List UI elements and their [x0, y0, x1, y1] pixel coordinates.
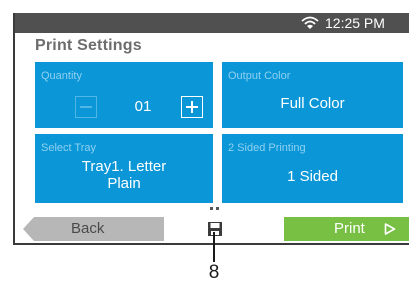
select-tray-value-line1: Tray1. Letter — [81, 158, 167, 175]
output-color-value: Full Color — [280, 95, 345, 112]
quantity-tile: Quantity 01 — [35, 62, 213, 128]
back-button[interactable]: Back — [23, 217, 164, 241]
wifi-icon — [301, 16, 319, 29]
quantity-label: Quantity — [41, 70, 82, 82]
print-button-label: Print — [334, 220, 365, 237]
print-button[interactable]: Print — [284, 217, 409, 241]
select-tray-label: Select Tray — [41, 142, 97, 154]
select-tray-value-line2: Plain — [107, 175, 141, 192]
save-icon[interactable] — [207, 221, 223, 237]
status-time: 12:25 PM — [325, 15, 385, 31]
two-sided-printing-label: 2 Sided Printing — [228, 142, 306, 154]
page-title: Print Settings — [35, 37, 142, 54]
two-sided-printing-value: 1 Sided — [287, 168, 338, 185]
two-sided-printing-tile[interactable]: 2 Sided Printing 1 Sided — [222, 134, 403, 203]
quantity-decrease-button[interactable] — [75, 96, 97, 118]
printer-touchscreen: 12:25 PM Print Settings Quantity 01 Outp… — [13, 13, 409, 245]
callout-line — [213, 232, 215, 262]
callout-number: 8 — [208, 262, 220, 283]
select-tray-tile[interactable]: Select Tray Tray1. Letter Plain — [35, 134, 213, 203]
output-color-label: Output Color — [228, 70, 291, 82]
quantity-increase-button[interactable] — [181, 96, 203, 118]
output-color-tile[interactable]: Output Color Full Color — [222, 62, 403, 128]
page-indicator-dots — [210, 207, 219, 210]
minus-icon — [80, 106, 92, 108]
play-arrow-icon — [384, 223, 396, 235]
quantity-value: 01 — [134, 98, 152, 115]
back-button-label: Back — [71, 220, 105, 237]
status-bar: 12:25 PM — [15, 13, 409, 33]
